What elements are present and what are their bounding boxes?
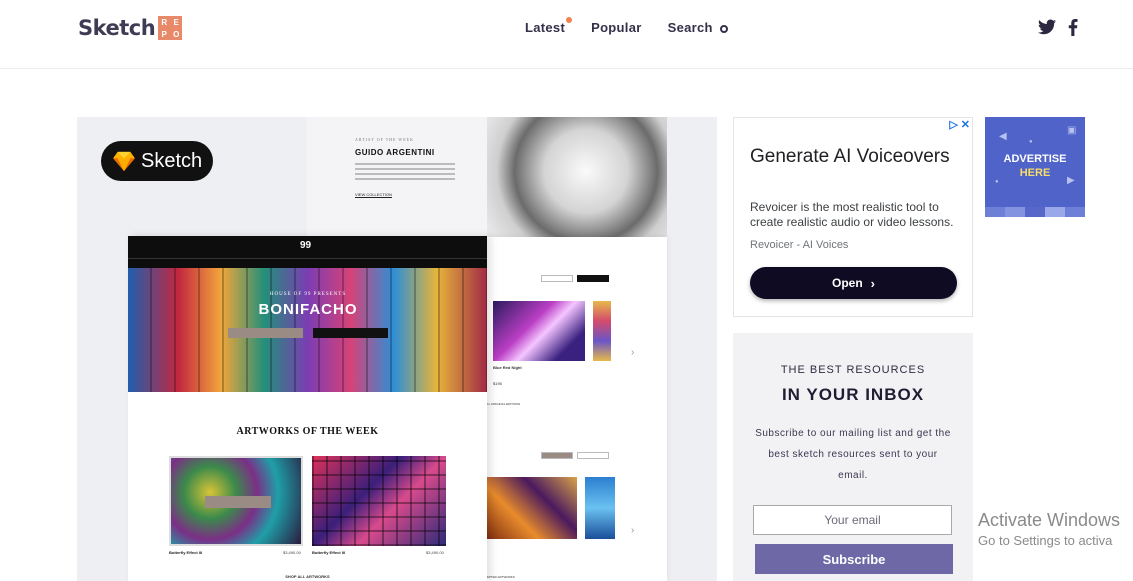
new-indicator-dot — [566, 17, 573, 23]
logo-badge-letter: R — [161, 18, 168, 27]
artwork-thumbnail — [312, 456, 446, 546]
logo-text: Sketch — [78, 16, 156, 40]
advertise-label: ADVERTISE — [1003, 153, 1067, 165]
ad-open-button[interactable]: Open › — [750, 267, 957, 299]
mockup-shop-all: SHOP ALL ARTWORKS — [285, 574, 330, 579]
ad-source: Revoicer - AI Voices — [750, 239, 849, 251]
watermark-line1: Activate Windows — [978, 510, 1121, 530]
chevron-right-icon: › — [631, 347, 635, 358]
dot-icon: ● — [995, 179, 999, 185]
artwork-thumbnail — [485, 477, 577, 539]
mockup-hero-buttons — [228, 328, 388, 338]
logo-badge: R E P O — [158, 16, 183, 40]
featured-image[interactable]: Sketch ARTIST OF THE WEEK GUIDO ARGENTIN… — [77, 117, 717, 581]
sketch-diamond-icon — [113, 151, 135, 171]
sketch-badge: Sketch — [101, 141, 213, 181]
artwork-caption: Butterfly Effect III — [312, 550, 346, 555]
search-icon — [719, 25, 728, 33]
nav-search[interactable]: Search — [668, 20, 728, 35]
logo-badge-letter: O — [173, 29, 180, 39]
mockup-hero-banner: HOUSE OF 99 PRESENTS BONIFACHO — [128, 268, 487, 392]
close-icon[interactable]: ✕ — [961, 118, 970, 131]
mockup-site-page: 99 HOUSE OF 99 PRESENTS BONIFACHO ARTWOR… — [128, 236, 487, 581]
artwork-caption: Butterfly Effect III — [169, 550, 203, 555]
artwork-price: $195 — [493, 381, 502, 386]
site-header: Sketch R E P O Latest Popular Search — [0, 0, 1133, 69]
square-icon: ▣ — [1067, 125, 1077, 136]
mockup-topbar: 99 — [128, 236, 487, 258]
logo[interactable]: Sketch R E P O — [78, 16, 183, 40]
nav-latest[interactable]: Latest — [525, 17, 573, 35]
mockup-hero-kicker: HOUSE OF 99 PRESENTS — [269, 292, 347, 297]
mockup-right-page: › Blue Red Night $195 ALL ORIGINAL EDITI… — [485, 237, 667, 581]
chevron-right-icon: › — [631, 525, 635, 536]
ad-open-label: Open — [831, 276, 863, 290]
nav-search-label: Search — [667, 20, 713, 35]
artwork-thumbnail — [493, 301, 585, 361]
chevron-right-icon: › — [870, 275, 875, 291]
newsletter-description: Subscribe to our mailing list and get th… — [755, 428, 951, 481]
mockup-menu — [128, 258, 487, 268]
mockup-section-title: ARTWORKS OF THE WEEK — [236, 426, 379, 437]
artist-name: GUIDO ARGENTINI — [355, 148, 435, 157]
artist-bio-lines — [355, 163, 487, 180]
advertise-color-strip — [985, 207, 1085, 217]
triangle-icon: ◀ — [999, 131, 1007, 142]
artwork-title: Blue Red Night — [493, 365, 522, 370]
ad-description: Revoicer is the most realistic tool to c… — [750, 200, 954, 229]
sketch-badge-label: Sketch — [141, 149, 203, 172]
mockup-hero-title: BONIFACHO — [258, 301, 358, 318]
advertise-here-banner[interactable]: ◀ ● ▣ ▶ ● ADVERTISE HERE — [985, 117, 1085, 217]
dot-icon: ● — [1029, 139, 1033, 145]
newsletter-kicker: THE BEST RESOURCES — [780, 364, 926, 376]
social-links — [1038, 19, 1078, 36]
email-field[interactable] — [753, 505, 952, 535]
ad-choices-icon[interactable]: ▷ — [949, 118, 957, 131]
site-monogram: 99 — [300, 240, 312, 251]
ad-title[interactable]: Generate AI Voiceovers — [750, 144, 950, 169]
facebook-icon[interactable] — [1068, 19, 1078, 36]
artist-kicker: ARTIST OF THE WEEK — [355, 137, 414, 142]
artwork-thumbnail — [585, 477, 615, 539]
artwork-price: $3,490.00 — [426, 550, 444, 555]
logo-badge-letter: P — [161, 29, 167, 39]
ad-controls: ▷ ✕ — [949, 118, 970, 131]
nav-latest-label: Latest — [525, 20, 566, 35]
mockup-tabs — [541, 452, 609, 459]
mockup-link: LIMITED ARTWORKS — [485, 575, 515, 579]
sculpture-image — [487, 117, 667, 237]
mockup-link: ALL ORIGINAL EDITIONS — [485, 402, 521, 406]
nav-popular[interactable]: Popular — [591, 20, 642, 35]
mockup-tabs — [541, 275, 609, 282]
artist-link: VIEW COLLECTION — [355, 192, 392, 198]
ad-card[interactable]: ▷ ✕ Generate AI Voiceovers Revoicer is t… — [733, 117, 973, 317]
watermark-line2: Go to Settings to activa — [978, 533, 1113, 548]
windows-activation-watermark: Activate Windows Go to Settings to activ… — [978, 510, 1120, 548]
twitter-icon[interactable] — [1038, 19, 1056, 36]
main-nav: Latest Popular Search — [525, 17, 754, 35]
nav-popular-label: Popular — [591, 20, 642, 35]
newsletter-title: IN YOUR INBOX — [781, 385, 925, 404]
artwork-thumbnail — [169, 456, 303, 546]
newsletter-box: THE BEST RESOURCES IN YOUR INBOX Subscri… — [733, 333, 973, 581]
artwork-price: $3,490.00 — [283, 550, 301, 555]
advertise-here-label: HERE — [1019, 167, 1051, 179]
artist-card: ARTIST OF THE WEEK GUIDO ARGENTINI VIEW … — [307, 117, 487, 237]
subscribe-button[interactable]: Subscribe — [755, 544, 953, 574]
logo-badge-letter: E — [173, 18, 179, 27]
artwork-thumbnail — [593, 301, 611, 361]
